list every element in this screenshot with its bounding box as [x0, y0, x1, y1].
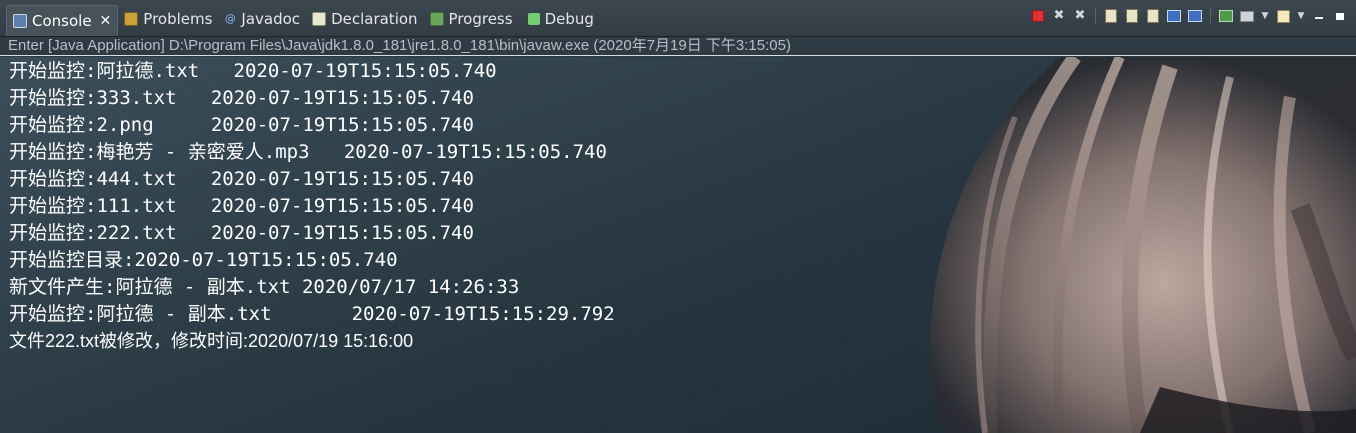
- close-icon[interactable]: ✕: [100, 13, 112, 29]
- javadoc-icon: @: [224, 12, 236, 25]
- console-line: 开始监控目录:2020-07-19T15:15:05.740: [9, 249, 398, 271]
- remove-icon: ✖: [1053, 8, 1065, 23]
- tab-progress-label: Progress: [448, 10, 513, 28]
- tab-declaration-label: Declaration: [331, 10, 418, 28]
- terminate-icon: [1032, 10, 1044, 22]
- declaration-icon: [312, 12, 327, 26]
- console-line: 开始监控:阿拉德 - 副本.txt 2020-07-19T15:15:29.79…: [9, 303, 615, 325]
- tab-problems[interactable]: Problems: [118, 6, 218, 32]
- maximize-icon: [1336, 12, 1344, 20]
- display-console-dropdown[interactable]: ▼: [1260, 8, 1270, 24]
- tab-console[interactable]: Console ✕: [6, 5, 119, 36]
- console-output[interactable]: 开始监控:阿拉德.txt 2020-07-19T15:15:05.740 开始监…: [0, 57, 1356, 433]
- tab-javadoc-label: Javadoc: [241, 10, 301, 28]
- remove-launch-button[interactable]: ✖: [1051, 8, 1067, 24]
- tab-problems-label: Problems: [143, 10, 213, 28]
- chevron-down-icon: ▼: [1297, 11, 1305, 21]
- tab-console-label: Console: [32, 12, 92, 30]
- console-icon: [13, 14, 27, 28]
- console-line: 开始监控:333.txt 2020-07-19T15:15:05.740: [9, 87, 474, 109]
- view-tab-bar: Console ✕ Problems @ Javadoc Declaration…: [0, 0, 1356, 37]
- terminate-button[interactable]: [1030, 8, 1046, 24]
- display-console-button[interactable]: [1239, 8, 1255, 24]
- remove-all-icon: ✖: [1074, 8, 1086, 23]
- open-console-button[interactable]: [1275, 8, 1291, 24]
- minimize-icon: [1315, 17, 1323, 19]
- console-line: 开始监控:2.png 2020-07-19T15:15:05.740: [9, 114, 474, 136]
- maximize-button[interactable]: [1332, 8, 1348, 24]
- console-line: 开始监控:222.txt 2020-07-19T15:15:05.740: [9, 222, 474, 244]
- toolbar-separator: [1210, 8, 1211, 24]
- scroll-lock-button[interactable]: [1124, 8, 1140, 24]
- console-line: 开始监控:梅艳芳 - 亲密爱人.mp3 2020-07-19T15:15:05.…: [9, 141, 607, 163]
- console-line: 开始监控:444.txt 2020-07-19T15:15:05.740: [9, 168, 474, 190]
- pin-console-button[interactable]: [1218, 8, 1234, 24]
- clear-console-icon: [1105, 9, 1117, 23]
- clear-console-button[interactable]: [1103, 8, 1119, 24]
- debug-icon: [527, 13, 540, 25]
- show-stderr-icon: [1188, 10, 1202, 22]
- minimize-button[interactable]: [1311, 8, 1327, 24]
- open-console-dropdown[interactable]: ▼: [1296, 8, 1306, 24]
- console-view: Console ✕ Problems @ Javadoc Declaration…: [0, 0, 1356, 433]
- word-wrap-button[interactable]: [1145, 8, 1161, 24]
- tab-debug-label: Debug: [544, 10, 594, 28]
- remove-all-terminated-button[interactable]: ✖: [1072, 8, 1088, 24]
- show-on-stdout-button[interactable]: [1166, 8, 1182, 24]
- show-stdout-icon: [1167, 10, 1181, 22]
- open-console-icon: [1276, 9, 1290, 23]
- tab-progress[interactable]: Progress: [424, 6, 519, 32]
- console-lines: 开始监控:阿拉德.txt 2020-07-19T15:15:05.740 开始监…: [9, 58, 615, 355]
- show-on-stderr-button[interactable]: [1187, 8, 1203, 24]
- display-console-icon: [1240, 10, 1254, 22]
- pin-console-icon: [1219, 10, 1233, 22]
- console-line: 新文件产生:阿拉德 - 副本.txt 2020/07/17 14:26:33: [9, 276, 520, 298]
- tab-debug[interactable]: Debug: [519, 6, 600, 32]
- console-toolbar: ✖ ✖ ▼ ▼: [1030, 6, 1348, 26]
- toolbar-separator: [1095, 8, 1096, 24]
- tab-javadoc[interactable]: @ Javadoc: [218, 6, 306, 32]
- problems-icon: [124, 12, 139, 26]
- progress-icon: [429, 12, 444, 26]
- tab-declaration[interactable]: Declaration: [306, 6, 423, 32]
- word-wrap-icon: [1147, 9, 1159, 23]
- launch-description: Enter [Java Application] D:\Program File…: [0, 37, 1356, 56]
- console-line: 文件222.txt被修改，修改时间:2020/07/19 15:16:00: [9, 331, 414, 351]
- console-line: 开始监控:111.txt 2020-07-19T15:15:05.740: [9, 195, 474, 217]
- view-tabs: Console ✕ Problems @ Javadoc Declaration…: [0, 0, 600, 36]
- scroll-lock-icon: [1126, 9, 1138, 23]
- chevron-down-icon: ▼: [1261, 11, 1269, 21]
- console-line: 开始监控:阿拉德.txt 2020-07-19T15:15:05.740: [9, 60, 497, 82]
